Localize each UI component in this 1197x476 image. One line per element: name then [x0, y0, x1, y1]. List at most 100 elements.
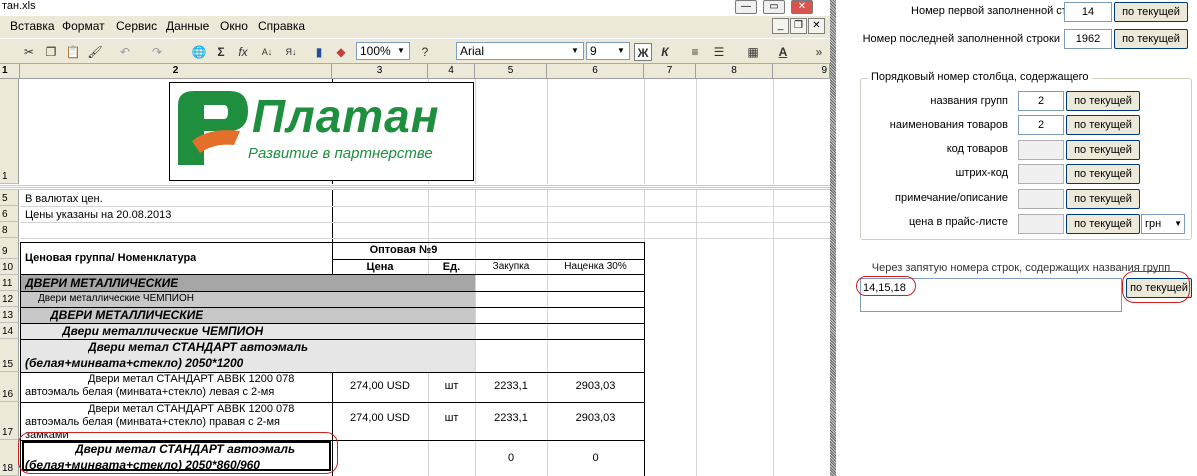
paste-icon[interactable]: 📋: [64, 43, 82, 61]
cell-product-name[interactable]: Двери метал СТАНДАРТ АВВК 1200 078: [88, 373, 294, 385]
cell-markup[interactable]: 2903,03: [547, 380, 644, 392]
barcode-column-input[interactable]: [1018, 164, 1064, 184]
header-purchase[interactable]: Закупка: [475, 261, 547, 272]
row-header[interactable]: 13: [0, 307, 19, 323]
chart-icon[interactable]: ▮: [310, 43, 328, 61]
cell-group-doors[interactable]: ДВЕРИ МЕТАЛЛИЧЕСКИЕ: [25, 276, 178, 290]
field-current-button[interactable]: по текущей: [1066, 189, 1140, 209]
cell-unit[interactable]: шт: [428, 412, 475, 424]
last-row-input[interactable]: 1962: [1064, 29, 1112, 49]
cell-currency-note[interactable]: В валютах цен.: [25, 193, 103, 205]
group-name-column-input[interactable]: 2: [1018, 91, 1064, 111]
autosum-icon[interactable]: Σ: [212, 43, 230, 61]
field-current-button[interactable]: по текущей: [1066, 115, 1140, 135]
field-current-button[interactable]: по текущей: [1066, 140, 1140, 160]
description-column-input[interactable]: [1018, 189, 1064, 209]
menu-data[interactable]: Данные: [166, 19, 209, 33]
toolbar-overflow-icon[interactable]: »: [810, 43, 828, 61]
italic-button[interactable]: К: [656, 43, 674, 61]
last-row-current-button[interactable]: по текущей: [1114, 29, 1188, 49]
align-center-icon[interactable]: ☰: [710, 43, 728, 61]
cell-subgroup-champion[interactable]: Двери металлические ЧЕМПИОН: [38, 293, 194, 304]
product-name-column-input[interactable]: 2: [1018, 115, 1064, 135]
bold-button[interactable]: Ж: [634, 43, 652, 61]
close-button[interactable]: ✕: [791, 0, 813, 14]
copy-icon[interactable]: ❐: [42, 43, 60, 61]
cell-group-doors-2[interactable]: ДВЕРИ МЕТАЛЛИЧЕСКИЕ: [50, 308, 203, 322]
cell-product-name[interactable]: Двери метал СТАНДАРТ АВВК 1200 078: [88, 403, 294, 415]
field-current-button[interactable]: по текущей: [1066, 214, 1140, 234]
doc-close-button[interactable]: ✕: [808, 18, 825, 34]
zoom-select[interactable]: 100% ▼: [356, 42, 410, 60]
redo-icon[interactable]: ↷: [148, 43, 166, 61]
menu-insert[interactable]: Вставка: [10, 19, 55, 33]
menu-format[interactable]: Формат: [62, 19, 105, 33]
minimize-button[interactable]: —: [735, 0, 757, 14]
cell-purchase[interactable]: 0: [475, 452, 547, 464]
sort-asc-icon[interactable]: A↓: [258, 43, 276, 61]
row-header[interactable]: 5: [0, 190, 19, 206]
font-size-select[interactable]: 9 ▼: [586, 42, 630, 60]
cell-product-group-b[interactable]: (белая+минвата+стекло) 2050*1200: [25, 356, 243, 370]
cell-product-group-a[interactable]: Двери метал СТАНДАРТ автоэмаль: [88, 340, 308, 354]
doc-restore-button[interactable]: ❐: [790, 18, 807, 34]
cell-price[interactable]: 274,00 USD: [332, 380, 428, 392]
doc-minimize-button[interactable]: _: [772, 18, 789, 34]
font-name-select[interactable]: Arial ▼: [456, 42, 584, 60]
column-header[interactable]: 5: [475, 64, 547, 79]
help-icon[interactable]: ?: [416, 43, 434, 61]
column-header[interactable]: 1: [2, 65, 8, 76]
field-current-button[interactable]: по текущей: [1066, 164, 1140, 184]
menu-help[interactable]: Справка: [258, 19, 305, 33]
hyperlink-icon[interactable]: 🌐: [190, 43, 208, 61]
menu-window[interactable]: Окно: [220, 19, 248, 33]
header-group-name[interactable]: Ценовая группа/ Номенклатура: [25, 252, 196, 264]
cell-purchase[interactable]: 2233,1: [475, 412, 547, 424]
row-header[interactable]: 10: [0, 259, 19, 275]
cell-date-note[interactable]: Цены указаны на 20.08.2013: [25, 209, 171, 221]
maximize-button[interactable]: ▭: [763, 0, 785, 14]
sort-desc-icon[interactable]: Я↓: [282, 43, 300, 61]
borders-icon[interactable]: ▦: [744, 43, 762, 61]
cell-product-name-cont[interactable]: автоэмаль белая (минвата+стекло) левая с…: [25, 386, 274, 398]
column-header[interactable]: 6: [547, 64, 644, 79]
row-header[interactable]: 9: [0, 238, 19, 259]
row-header[interactable]: 11: [0, 275, 19, 291]
row-header[interactable]: 14: [0, 323, 19, 339]
row-header[interactable]: 16: [0, 372, 19, 402]
drawing-icon[interactable]: ◆: [332, 43, 350, 61]
column-header[interactable]: 2: [20, 64, 332, 79]
row-header[interactable]: 8: [0, 222, 19, 238]
header-price[interactable]: Цена: [332, 261, 428, 273]
price-column-input[interactable]: [1018, 214, 1064, 234]
header-unit[interactable]: Ед.: [428, 261, 475, 273]
cell-product-name-cont[interactable]: автоэмаль белая (минвата+стекло) правая …: [25, 416, 280, 428]
first-row-current-button[interactable]: по текущей: [1114, 2, 1188, 22]
cell-markup[interactable]: 2903,03: [547, 412, 644, 424]
cell-price[interactable]: 274,00 USD: [332, 412, 428, 424]
header-markup[interactable]: Наценка 30%: [547, 261, 644, 272]
column-header[interactable]: 7: [644, 64, 696, 79]
column-header[interactable]: 8: [696, 64, 773, 79]
row-header[interactable]: 1: [0, 79, 19, 184]
first-row-input[interactable]: 14: [1064, 2, 1112, 22]
cut-icon[interactable]: ✂: [20, 43, 38, 61]
header-price-type[interactable]: Оптовая №9: [332, 244, 475, 256]
column-header[interactable]: 4: [428, 64, 475, 79]
align-left-icon[interactable]: ≡: [686, 43, 704, 61]
format-painter-icon[interactable]: 🖌: [86, 43, 104, 61]
column-header[interactable]: 3: [332, 64, 428, 79]
undo-icon[interactable]: ↶: [116, 43, 134, 61]
row-header[interactable]: 17: [0, 402, 19, 440]
cell-markup[interactable]: 0: [547, 452, 644, 464]
column-header[interactable]: 9: [773, 64, 830, 79]
row-header[interactable]: 15: [0, 339, 19, 372]
row-header[interactable]: 18: [0, 440, 19, 476]
row-header[interactable]: 6: [0, 206, 19, 222]
cell-subgroup-champion-2[interactable]: Двери металлические ЧЕМПИОН: [62, 324, 263, 338]
cell-unit[interactable]: шт: [428, 380, 475, 392]
row-header[interactable]: 12: [0, 291, 19, 307]
cell-purchase[interactable]: 2233,1: [475, 380, 547, 392]
font-color-icon[interactable]: A: [774, 43, 792, 61]
currency-select[interactable]: грн ▼: [1141, 214, 1185, 234]
